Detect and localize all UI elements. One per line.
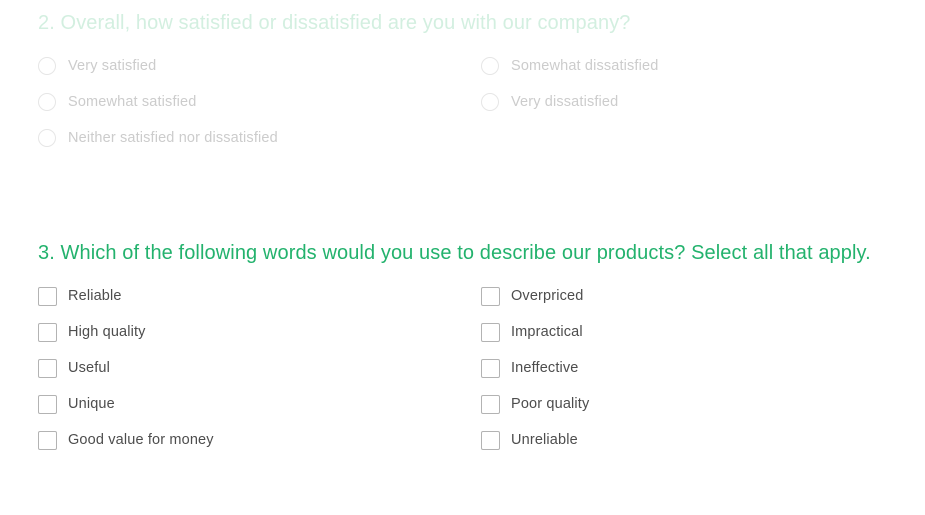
radio-option-label: Very satisfied: [68, 57, 157, 74]
checkbox-square-icon[interactable]: [481, 358, 500, 378]
checkbox-option-label: Impractical: [511, 323, 583, 340]
radio-option-label: Very dissatisfied: [511, 93, 619, 110]
radio-option-label: Somewhat dissatisfied: [511, 57, 659, 74]
checkbox-square-icon[interactable]: [481, 322, 500, 342]
checkbox-option-high-quality[interactable]: High quality: [38, 314, 481, 350]
checkbox-option-label: High quality: [68, 323, 146, 340]
question-block-3: 3. Which of the following words would yo…: [0, 236, 925, 458]
checkbox-option-unreliable[interactable]: Unreliable: [481, 422, 924, 458]
checkbox-option-label: Ineffective: [511, 359, 579, 376]
survey-page: 2. Overall, how satisfied or dissatisfie…: [0, 0, 925, 515]
radio-option-somewhat-satisfied[interactable]: Somewhat satisfied: [38, 84, 481, 120]
checkbox-option-useful[interactable]: Useful: [38, 350, 481, 386]
checkbox-option-overpriced[interactable]: Overpriced: [481, 278, 924, 314]
question-2-options: Very satisfied Somewhat satisfied Neithe…: [38, 48, 918, 156]
radio-circle-icon[interactable]: [38, 93, 56, 111]
radio-option-very-dissatisfied[interactable]: Very dissatisfied: [481, 84, 924, 120]
radio-option-label: Neither satisfied nor dissatisfied: [68, 129, 278, 146]
checkbox-square-icon[interactable]: [481, 286, 500, 306]
radio-option-somewhat-dissatisfied[interactable]: Somewhat dissatisfied: [481, 48, 924, 84]
radio-circle-icon[interactable]: [481, 93, 499, 111]
checkbox-square-icon[interactable]: [38, 286, 57, 306]
checkbox-option-good-value-for-money[interactable]: Good value for money: [38, 422, 481, 458]
checkbox-square-icon[interactable]: [38, 322, 57, 342]
checkbox-square-icon[interactable]: [38, 358, 57, 378]
checkbox-option-impractical[interactable]: Impractical: [481, 314, 924, 350]
checkbox-option-label: Overpriced: [511, 287, 584, 304]
checkbox-option-label: Reliable: [68, 287, 122, 304]
checkbox-option-ineffective[interactable]: Ineffective: [481, 350, 924, 386]
radio-circle-icon[interactable]: [38, 129, 56, 147]
checkbox-square-icon[interactable]: [38, 430, 57, 450]
question-2-title: 2. Overall, how satisfied or dissatisfie…: [38, 12, 631, 34]
question-3-title: 3. Which of the following words would yo…: [38, 242, 871, 264]
checkbox-option-reliable[interactable]: Reliable: [38, 278, 481, 314]
question-3-options: Reliable High quality Useful Unique Good…: [38, 278, 918, 458]
checkbox-option-unique[interactable]: Unique: [38, 386, 481, 422]
checkbox-square-icon[interactable]: [481, 394, 500, 414]
checkbox-option-label: Poor quality: [511, 395, 590, 412]
radio-option-label: Somewhat satisfied: [68, 93, 197, 110]
checkbox-square-icon[interactable]: [481, 430, 500, 450]
radio-option-very-satisfied[interactable]: Very satisfied: [38, 48, 481, 84]
checkbox-option-label: Unique: [68, 395, 115, 412]
radio-circle-icon[interactable]: [481, 57, 499, 75]
checkbox-square-icon[interactable]: [38, 394, 57, 414]
checkbox-option-label: Unreliable: [511, 431, 578, 448]
radio-circle-icon[interactable]: [38, 57, 56, 75]
question-block-2: 2. Overall, how satisfied or dissatisfie…: [0, 6, 925, 156]
radio-option-neither-satisfied-nor-dissatisfied[interactable]: Neither satisfied nor dissatisfied: [38, 120, 481, 156]
checkbox-option-label: Useful: [68, 359, 110, 376]
checkbox-option-label: Good value for money: [68, 431, 214, 448]
checkbox-option-poor-quality[interactable]: Poor quality: [481, 386, 924, 422]
